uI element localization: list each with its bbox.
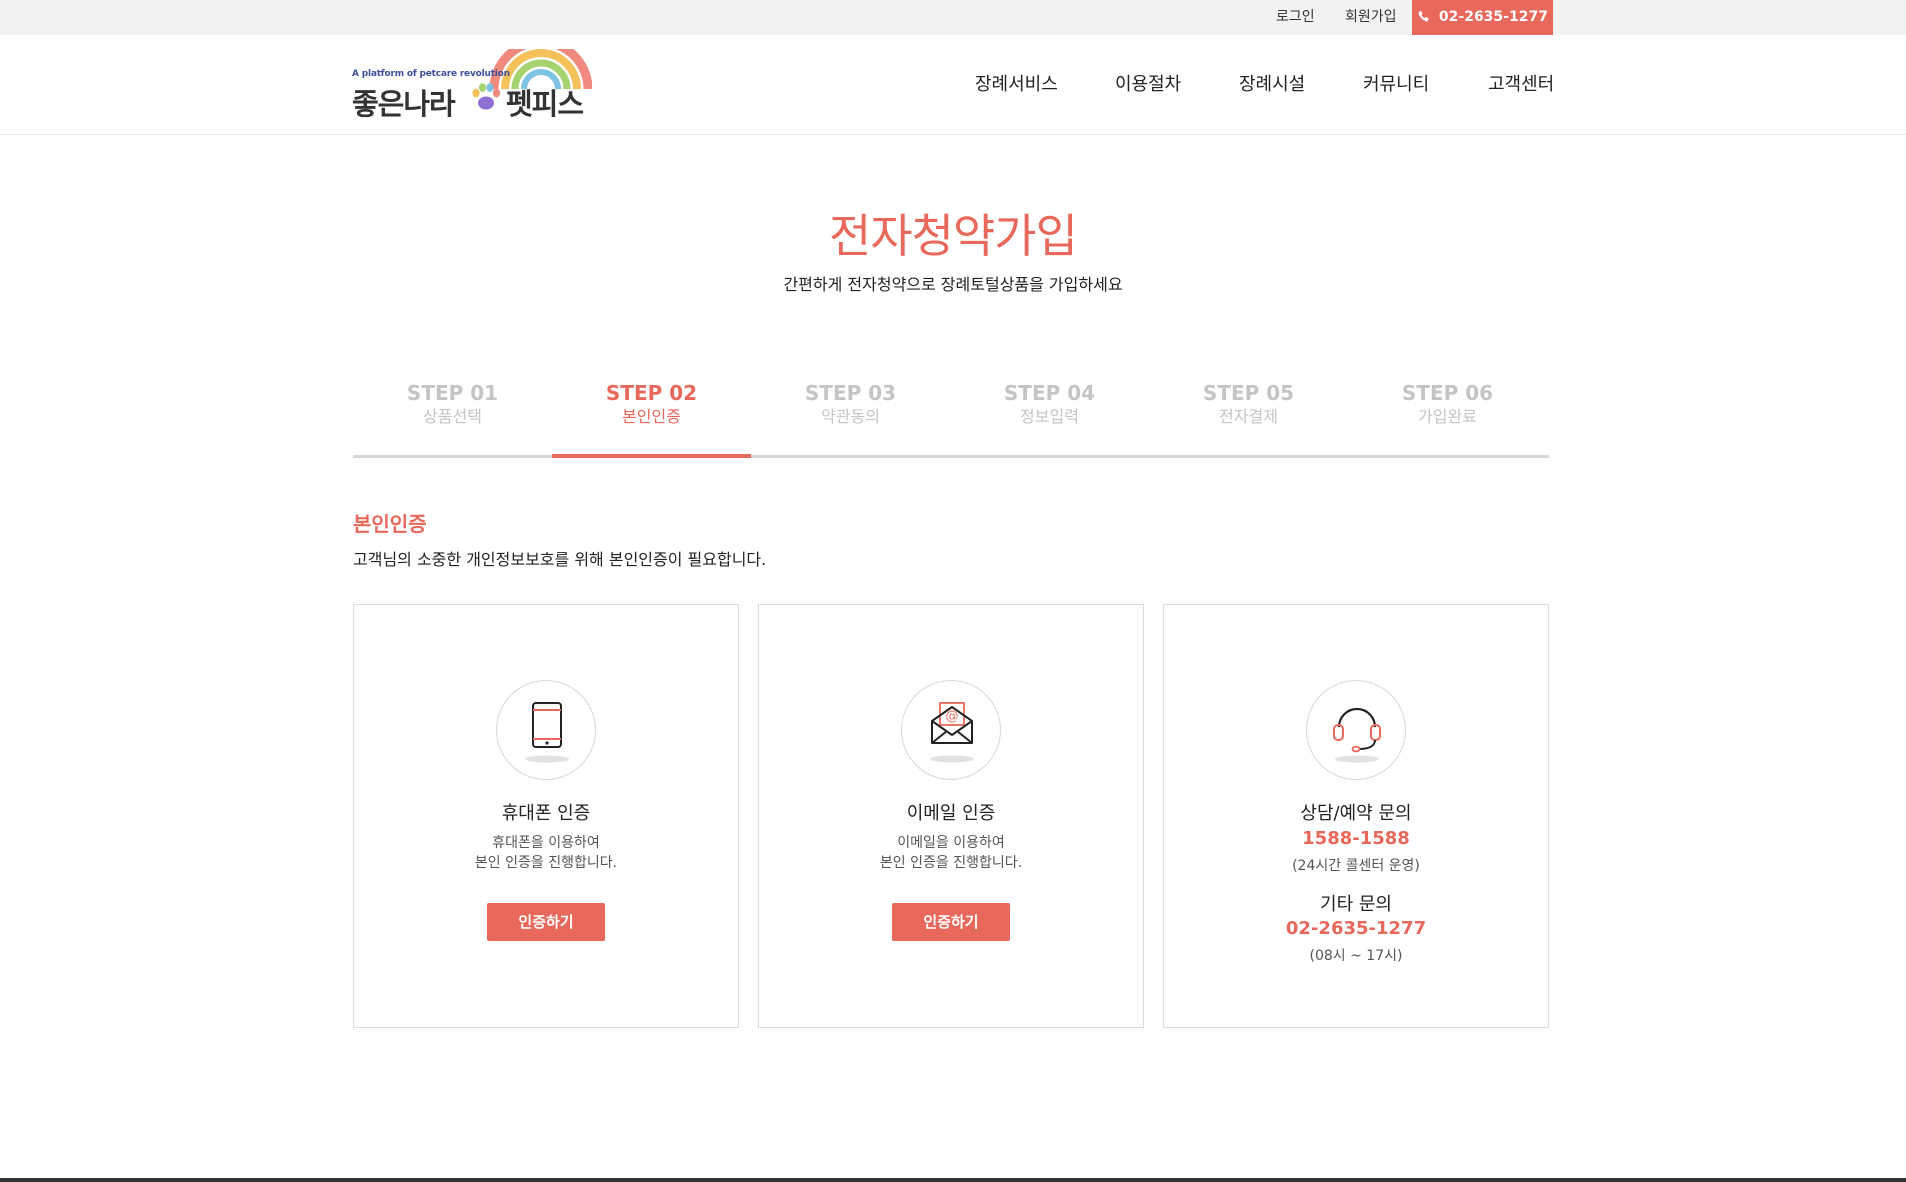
logo-name-left: 좋은나라 [352,87,456,121]
phone-verify-button[interactable]: 인증하기 [487,903,605,941]
login-link[interactable]: 로그인 [1276,0,1315,35]
top-utility-bar: 로그인 회원가입 02-2635-1277 [0,0,1906,35]
site-logo[interactable]: A platform of petcare revolution 좋은나라 펫피… [352,49,592,121]
nav-usage-procedure[interactable]: 이용절차 [1115,35,1181,135]
page-subtitle: 간편하게 전자청약으로 장례토털상품을 가입하세요 [783,275,1123,294]
step-label: 상품선택 [423,407,482,426]
step-number: STEP 05 [1202,381,1295,405]
step-05: STEP 05 전자결제 [1149,380,1348,458]
step-label: 정보입력 [1020,407,1079,426]
phone-verification-card: 휴대폰 인증 휴대폰을 이용하여 본인 인증을 진행합니다. 인증하기 [353,604,739,1028]
step-01: STEP 01 상품선택 [353,380,552,458]
step-04: STEP 04 정보입력 [950,380,1149,458]
email-verification-card: @ 이메일 인증 이메일을 이용하여 본인 인증을 진행합니다. 인증하기 [758,604,1144,1028]
step-number: STEP 01 [406,381,499,405]
consult-title: 상담/예약 문의 [1300,803,1412,824]
mobile-phone-icon [525,702,569,763]
phone-number: 02-2635-1277 [1438,9,1548,25]
card-title: 이메일 인증 [906,803,996,824]
email-envelope-icon: @ [930,702,974,763]
step-02-active: STEP 02 본인인증 [552,380,751,458]
step-progress: STEP 01 상품선택 STEP 02 본인인증 STEP 03 약관동의 S… [353,380,1549,458]
step-number: STEP 02 [605,381,698,405]
consult-hours: (24시간 콜센터 운영) [1292,858,1420,874]
step-label: 전자결제 [1219,407,1278,426]
step-03: STEP 03 약관동의 [751,380,950,458]
site-header: A platform of petcare revolution 좋은나라 펫피… [0,35,1906,135]
page-title: 전자청약가입 [829,209,1078,263]
step-number: STEP 04 [1003,381,1096,405]
section-title: 본인인증 [353,512,427,536]
phone-icon-circle [496,680,596,780]
logo-tagline: A platform of petcare revolution [352,69,510,79]
step-number: STEP 06 [1401,381,1494,405]
paw-icon [472,83,501,110]
email-verify-button[interactable]: 인증하기 [892,903,1010,941]
card-desc-line2: 본인 인증을 진행합니다. [879,855,1023,871]
nav-funeral-service[interactable]: 장례서비스 [975,35,1058,135]
headset-icon [1333,707,1381,763]
step-06: STEP 06 가입완료 [1348,380,1547,458]
phone-icon [1418,10,1429,22]
headset-icon-circle [1306,680,1406,780]
consult-phone[interactable]: 1588-1588 [1164,828,1548,849]
card-description: 휴대폰을 이용하여 본인 인증을 진행합니다. [354,833,738,873]
card-desc-line2: 본인 인증을 진행합니다. [474,855,618,871]
card-description: 이메일을 이용하여 본인 인증을 진행합니다. [759,833,1143,873]
footer-edge [0,1178,1906,1182]
phone-call-button[interactable]: 02-2635-1277 [1412,0,1553,35]
step-label: 가입완료 [1418,407,1477,426]
other-inquiry-phone[interactable]: 02-2635-1277 [1164,918,1548,939]
step-number: STEP 03 [804,381,897,405]
nav-community[interactable]: 커뮤니티 [1363,35,1429,135]
nav-funeral-facility[interactable]: 장례시설 [1239,35,1305,135]
step-label: 본인인증 [622,407,681,426]
email-icon-circle: @ [901,680,1001,780]
logo-name-right: 펫피스 [506,87,584,121]
active-step-indicator [552,454,751,458]
section-description: 고객님의 소중한 개인정보보호를 위해 본인인증이 필요합니다. [353,550,767,569]
other-inquiry-title: 기타 문의 [1320,894,1392,915]
other-inquiry-hours: (08시 ~ 17시) [1309,948,1403,964]
signup-link[interactable]: 회원가입 [1345,0,1397,35]
step-label: 약관동의 [821,407,880,426]
card-desc-line1: 이메일을 이용하여 [897,835,1005,851]
contact-info-card: 상담/예약 문의 1588-1588 (24시간 콜센터 운영) 기타 문의 0… [1163,604,1549,1028]
nav-customer-center[interactable]: 고객센터 [1488,35,1554,135]
card-desc-line1: 휴대폰을 이용하여 [492,835,600,851]
card-title: 휴대폰 인증 [501,803,591,824]
